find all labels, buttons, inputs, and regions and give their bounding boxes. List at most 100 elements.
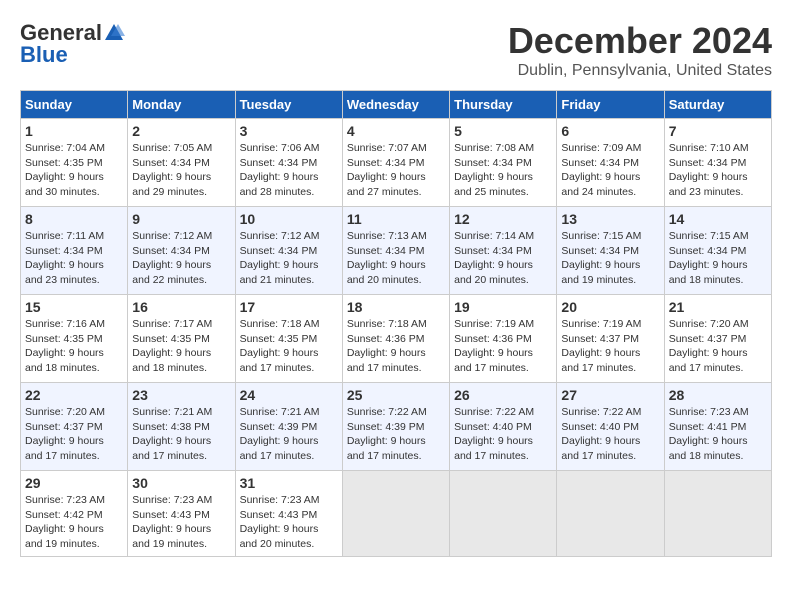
day-number: 7 xyxy=(669,123,767,139)
calendar-day-header: Sunday xyxy=(21,91,128,119)
calendar-day-cell: 15 Sunrise: 7:16 AMSunset: 4:35 PMDayligh… xyxy=(21,295,128,383)
calendar-table: SundayMondayTuesdayWednesdayThursdayFrid… xyxy=(20,90,772,557)
logo-blue: Blue xyxy=(20,42,68,68)
calendar-body: 1 Sunrise: 7:04 AMSunset: 4:35 PMDaylight… xyxy=(21,119,772,557)
day-number: 20 xyxy=(561,299,659,315)
calendar-day-header: Wednesday xyxy=(342,91,449,119)
logo-icon xyxy=(103,22,125,44)
day-info: Sunrise: 7:11 AMSunset: 4:34 PMDaylight:… xyxy=(25,229,123,288)
calendar-day-header: Thursday xyxy=(450,91,557,119)
day-number: 24 xyxy=(240,387,338,403)
day-info: Sunrise: 7:04 AMSunset: 4:35 PMDaylight:… xyxy=(25,141,123,200)
day-number: 18 xyxy=(347,299,445,315)
calendar-day-cell: 14 Sunrise: 7:15 AMSunset: 4:34 PMDayligh… xyxy=(664,207,771,295)
calendar-day-cell: 22 Sunrise: 7:20 AMSunset: 4:37 PMDayligh… xyxy=(21,383,128,471)
calendar-day-cell: 5 Sunrise: 7:08 AMSunset: 4:34 PMDaylight… xyxy=(450,119,557,207)
day-number: 2 xyxy=(132,123,230,139)
calendar-day-cell: 1 Sunrise: 7:04 AMSunset: 4:35 PMDaylight… xyxy=(21,119,128,207)
day-info: Sunrise: 7:17 AMSunset: 4:35 PMDaylight:… xyxy=(132,317,230,376)
day-number: 25 xyxy=(347,387,445,403)
calendar-day-cell: 9Sunrise: 7:12 AMSunset: 4:34 PMDaylight… xyxy=(128,207,235,295)
day-number: 21 xyxy=(669,299,767,315)
day-info: Sunrise: 7:10 AMSunset: 4:34 PMDaylight:… xyxy=(669,141,767,200)
calendar-week-row: 29Sunrise: 7:23 AMSunset: 4:42 PMDayligh… xyxy=(21,471,772,557)
day-number: 5 xyxy=(454,123,552,139)
page-header: General Blue December 2024 Dublin, Penns… xyxy=(20,20,772,80)
day-info: Sunrise: 7:15 AMSunset: 4:34 PMDaylight:… xyxy=(561,229,659,288)
day-info: Sunrise: 7:22 AMSunset: 4:40 PMDaylight:… xyxy=(454,405,552,464)
day-info: Sunrise: 7:21 AMSunset: 4:38 PMDaylight:… xyxy=(132,405,230,464)
calendar-day-cell xyxy=(557,471,664,557)
day-number: 6 xyxy=(561,123,659,139)
calendar-day-cell: 26 Sunrise: 7:22 AMSunset: 4:40 PMDayligh… xyxy=(450,383,557,471)
calendar-week-row: 8 Sunrise: 7:11 AMSunset: 4:34 PMDaylight… xyxy=(21,207,772,295)
day-number: 8 xyxy=(25,211,123,227)
calendar-week-row: 22 Sunrise: 7:20 AMSunset: 4:37 PMDayligh… xyxy=(21,383,772,471)
day-info: Sunrise: 7:07 AMSunset: 4:34 PMDaylight:… xyxy=(347,141,445,200)
day-number: 13 xyxy=(561,211,659,227)
calendar-day-header: Saturday xyxy=(664,91,771,119)
calendar-day-cell: 20Sunrise: 7:19 AMSunset: 4:37 PMDayligh… xyxy=(557,295,664,383)
day-number: 4 xyxy=(347,123,445,139)
day-info: Sunrise: 7:14 AMSunset: 4:34 PMDaylight:… xyxy=(454,229,552,288)
day-info: Sunrise: 7:18 AMSunset: 4:36 PMDaylight:… xyxy=(347,317,445,376)
calendar-day-cell: 31 Sunrise: 7:23 AMSunset: 4:43 PMDayligh… xyxy=(235,471,342,557)
day-number: 16 xyxy=(132,299,230,315)
calendar-header-row: SundayMondayTuesdayWednesdayThursdayFrid… xyxy=(21,91,772,119)
calendar-day-cell xyxy=(664,471,771,557)
subtitle: Dublin, Pennsylvania, United States xyxy=(508,62,772,80)
day-number: 26 xyxy=(454,387,552,403)
calendar-day-cell: 27 Sunrise: 7:22 AMSunset: 4:40 PMDayligh… xyxy=(557,383,664,471)
logo: General Blue xyxy=(20,20,126,68)
calendar-day-cell: 28Sunrise: 7:23 AMSunset: 4:41 PMDayligh… xyxy=(664,383,771,471)
day-info: Sunrise: 7:23 AMSunset: 4:42 PMDaylight:… xyxy=(25,493,123,552)
calendar-day-cell xyxy=(450,471,557,557)
calendar-day-cell: 13 Sunrise: 7:15 AMSunset: 4:34 PMDayligh… xyxy=(557,207,664,295)
day-number: 14 xyxy=(669,211,767,227)
calendar-day-cell: 24 Sunrise: 7:21 AMSunset: 4:39 PMDayligh… xyxy=(235,383,342,471)
day-info: Sunrise: 7:21 AMSunset: 4:39 PMDaylight:… xyxy=(240,405,338,464)
calendar-day-cell: 17Sunrise: 7:18 AMSunset: 4:35 PMDayligh… xyxy=(235,295,342,383)
day-info: Sunrise: 7:08 AMSunset: 4:34 PMDaylight:… xyxy=(454,141,552,200)
calendar-day-cell: 29Sunrise: 7:23 AMSunset: 4:42 PMDayligh… xyxy=(21,471,128,557)
day-number: 23 xyxy=(132,387,230,403)
day-info: Sunrise: 7:19 AMSunset: 4:36 PMDaylight:… xyxy=(454,317,552,376)
day-info: Sunrise: 7:22 AMSunset: 4:40 PMDaylight:… xyxy=(561,405,659,464)
calendar-day-header: Tuesday xyxy=(235,91,342,119)
calendar-day-cell: 11Sunrise: 7:13 AMSunset: 4:34 PMDayligh… xyxy=(342,207,449,295)
calendar-day-cell: 3Sunrise: 7:06 AMSunset: 4:34 PMDaylight… xyxy=(235,119,342,207)
calendar-week-row: 1 Sunrise: 7:04 AMSunset: 4:35 PMDaylight… xyxy=(21,119,772,207)
calendar-day-cell: 10Sunrise: 7:12 AMSunset: 4:34 PMDayligh… xyxy=(235,207,342,295)
day-number: 10 xyxy=(240,211,338,227)
day-info: Sunrise: 7:23 AMSunset: 4:43 PMDaylight:… xyxy=(132,493,230,552)
day-info: Sunrise: 7:23 AMSunset: 4:43 PMDaylight:… xyxy=(240,493,338,552)
day-info: Sunrise: 7:20 AMSunset: 4:37 PMDaylight:… xyxy=(25,405,123,464)
day-number: 15 xyxy=(25,299,123,315)
day-number: 3 xyxy=(240,123,338,139)
calendar-day-cell: 19 Sunrise: 7:19 AMSunset: 4:36 PMDayligh… xyxy=(450,295,557,383)
day-info: Sunrise: 7:05 AMSunset: 4:34 PMDaylight:… xyxy=(132,141,230,200)
day-number: 28 xyxy=(669,387,767,403)
day-number: 11 xyxy=(347,211,445,227)
day-number: 31 xyxy=(240,475,338,491)
calendar-day-cell: 2 Sunrise: 7:05 AMSunset: 4:34 PMDaylight… xyxy=(128,119,235,207)
calendar-day-cell: 30Sunrise: 7:23 AMSunset: 4:43 PMDayligh… xyxy=(128,471,235,557)
calendar-day-cell: 21Sunrise: 7:20 AMSunset: 4:37 PMDayligh… xyxy=(664,295,771,383)
day-number: 22 xyxy=(25,387,123,403)
calendar-day-cell: 12 Sunrise: 7:14 AMSunset: 4:34 PMDayligh… xyxy=(450,207,557,295)
day-info: Sunrise: 7:15 AMSunset: 4:34 PMDaylight:… xyxy=(669,229,767,288)
day-number: 27 xyxy=(561,387,659,403)
calendar-day-cell: 4 Sunrise: 7:07 AMSunset: 4:34 PMDaylight… xyxy=(342,119,449,207)
calendar-day-header: Friday xyxy=(557,91,664,119)
main-title: December 2024 xyxy=(508,20,772,62)
day-info: Sunrise: 7:16 AMSunset: 4:35 PMDaylight:… xyxy=(25,317,123,376)
calendar-day-cell: 8 Sunrise: 7:11 AMSunset: 4:34 PMDaylight… xyxy=(21,207,128,295)
calendar-day-cell: 18 Sunrise: 7:18 AMSunset: 4:36 PMDayligh… xyxy=(342,295,449,383)
calendar-day-header: Monday xyxy=(128,91,235,119)
calendar-day-cell: 25 Sunrise: 7:22 AMSunset: 4:39 PMDayligh… xyxy=(342,383,449,471)
day-info: Sunrise: 7:22 AMSunset: 4:39 PMDaylight:… xyxy=(347,405,445,464)
day-info: Sunrise: 7:09 AMSunset: 4:34 PMDaylight:… xyxy=(561,141,659,200)
day-number: 12 xyxy=(454,211,552,227)
day-number: 1 xyxy=(25,123,123,139)
day-number: 19 xyxy=(454,299,552,315)
